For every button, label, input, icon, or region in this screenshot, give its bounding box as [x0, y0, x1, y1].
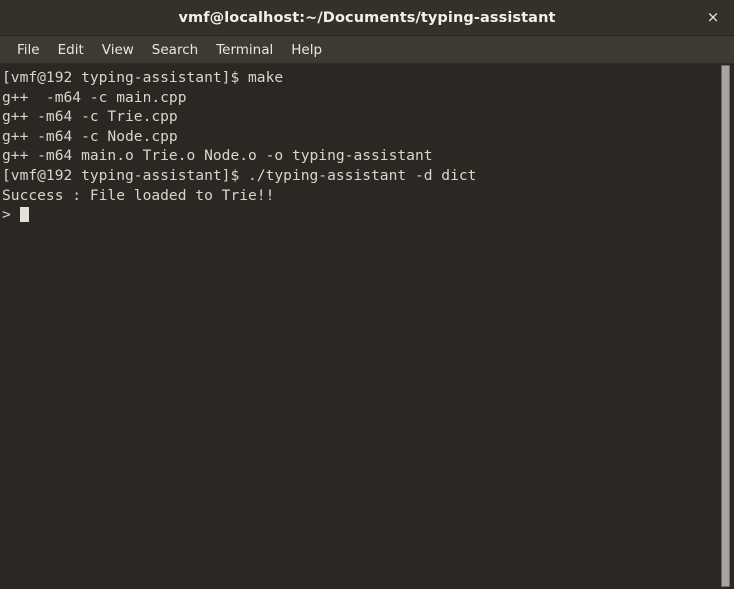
window-title: vmf@localhost:~/Documents/typing-assista…	[178, 9, 556, 26]
terminal-line: g++ -m64 -c main.cpp	[2, 88, 187, 106]
terminal-line: g++ -m64 -c Node.cpp	[2, 127, 178, 145]
menu-item-terminal[interactable]: Terminal	[207, 39, 282, 61]
terminal-line: [vmf@192 typing-assistant]$ make	[2, 69, 284, 86]
menu-item-help[interactable]: Help	[282, 39, 331, 61]
scrollbar-thumb[interactable]	[721, 65, 730, 587]
terminal-window: vmf@localhost:~/Documents/typing-assista…	[0, 0, 734, 589]
close-icon[interactable]: ×	[702, 7, 724, 29]
terminal-line: Success : File loaded to Trie!!	[2, 186, 275, 204]
menu-bar: File Edit View Search Terminal Help	[0, 36, 734, 64]
terminal-line: g++ -m64 main.o Trie.o Node.o -o typing-…	[2, 147, 433, 165]
terminal-area[interactable]: [vmf@192 typing-assistant]$ make g++ -m6…	[0, 64, 734, 589]
menu-item-view[interactable]: View	[93, 39, 143, 61]
terminal-output[interactable]: [vmf@192 typing-assistant]$ make g++ -m6…	[0, 64, 716, 589]
terminal-line: [vmf@192 typing-assistant]$ ./typing-ass…	[2, 166, 477, 184]
title-bar: vmf@localhost:~/Documents/typing-assista…	[0, 0, 734, 36]
terminal-prompt-line[interactable]: >	[2, 205, 716, 225]
text-cursor	[19, 207, 29, 223]
terminal-line: g++ -m64 -c Trie.cpp	[2, 108, 178, 126]
scrollbar[interactable]	[716, 64, 734, 589]
menu-item-file[interactable]: File	[8, 39, 49, 61]
prompt-symbol: >	[2, 206, 20, 224]
menu-item-edit[interactable]: Edit	[49, 39, 93, 61]
menu-item-search[interactable]: Search	[143, 39, 207, 61]
